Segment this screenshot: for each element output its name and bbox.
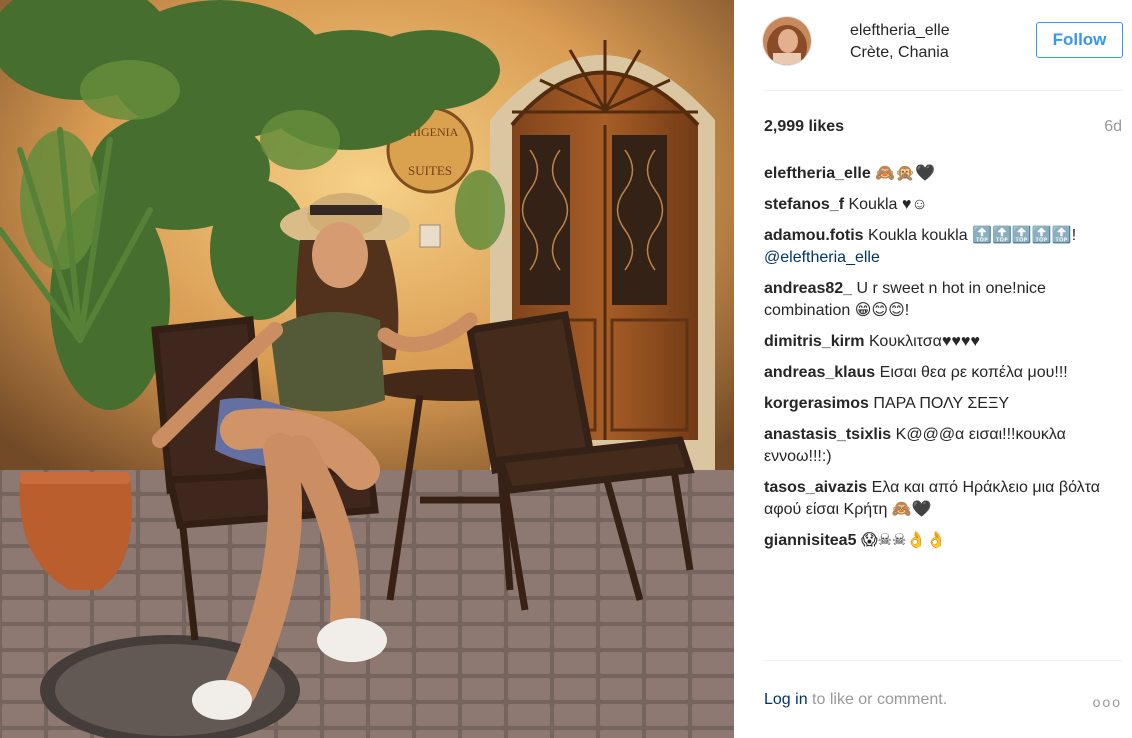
comment-username[interactable]: korgerasimos: [764, 395, 869, 412]
post-header: eleftheria_elle Crète, Chania Follow: [760, 16, 1123, 70]
login-prompt-text: to like or comment.: [807, 691, 948, 708]
comment-item: tasos_aivazis Ελα και από Ηράκλειο μια β…: [764, 477, 1104, 521]
comment-item: adamou.fotis Koukla koukla 🔝🔝🔝🔝🔝! @eleft…: [764, 225, 1104, 269]
likes-count[interactable]: 2,999 likes: [764, 118, 844, 136]
comment-username[interactable]: andreas_klaus: [764, 364, 875, 381]
follow-button[interactable]: Follow: [1036, 22, 1123, 58]
comment-item: giannisitea5 😱☠☠👌👌: [764, 530, 1104, 552]
comment-text: 😱☠☠👌👌: [860, 532, 947, 549]
comment-item: dimitris_kirm Κουκλιτσα♥♥♥♥: [764, 331, 1104, 353]
comment-username[interactable]: stefanos_f: [764, 196, 844, 213]
login-link[interactable]: Log in: [764, 691, 808, 708]
comment-username[interactable]: eleftheria_elle: [764, 165, 871, 182]
comment-item: stefanos_f Koukla ♥☺: [764, 194, 1104, 216]
header-divider: [764, 90, 1122, 91]
post-photo[interactable]: PHIGENIA SUITES: [0, 0, 734, 738]
comment-item: korgerasimos ΠΑΡΑ ΠΟΛΥ ΣΕΞΥ: [764, 393, 1104, 415]
comment-text: 🙈🙊🖤: [875, 165, 935, 182]
comment-username[interactable]: adamou.fotis: [764, 227, 864, 244]
comment-username[interactable]: tasos_aivazis: [764, 479, 867, 496]
comment-text: Κουκλιτσα♥♥♥♥: [868, 333, 980, 350]
post-sidebar: eleftheria_elle Crète, Chania Follow 2,9…: [734, 0, 1132, 738]
login-prompt: Log in to like or comment.: [764, 691, 947, 709]
comment-username[interactable]: dimitris_kirm: [764, 333, 864, 350]
footer-divider: [764, 660, 1122, 661]
comment-username[interactable]: andreas82_: [764, 280, 852, 297]
post-username-link[interactable]: eleftheria_elle: [850, 22, 950, 40]
comment-text: Koukla koukla 🔝🔝🔝🔝🔝!: [868, 227, 1077, 244]
comment-item: andreas_klaus Εισαι θεα ρε κοπέλα μου!!!: [764, 362, 1104, 384]
comment-item: andreas82_ U r sweet n hot in one!nice c…: [764, 278, 1104, 322]
post-location-link[interactable]: Crète, Chania: [850, 44, 949, 62]
comments-list: eleftheria_elle 🙈🙊🖤 stefanos_f Koukla ♥☺…: [764, 163, 1104, 561]
comment-username[interactable]: giannisitea5: [764, 532, 856, 549]
post-age[interactable]: 6d: [1104, 118, 1122, 136]
comment-text: ΠΑΡΑ ΠΟΛΥ ΣΕΞΥ: [873, 395, 1010, 412]
avatar-image: [763, 17, 811, 65]
post-photo-illustration: PHIGENIA SUITES: [0, 0, 734, 738]
comment-mention-link[interactable]: @eleftheria_elle: [764, 249, 880, 266]
comment-item: anastasis_tsixlis Κ@@@α εισαι!!!κουκλα ε…: [764, 424, 1104, 468]
comment-item: eleftheria_elle 🙈🙊🖤: [764, 163, 1104, 185]
more-options-icon[interactable]: ooo: [1093, 694, 1122, 710]
avatar[interactable]: [762, 16, 812, 66]
comment-username[interactable]: anastasis_tsixlis: [764, 426, 891, 443]
comment-text: Εισαι θεα ρε κοπέλα μου!!!: [879, 364, 1068, 381]
comment-text: Koukla ♥☺: [848, 196, 928, 213]
instagram-post-page: PHIGENIA SUITES eleftheria_elle Crète, C…: [0, 0, 1132, 738]
